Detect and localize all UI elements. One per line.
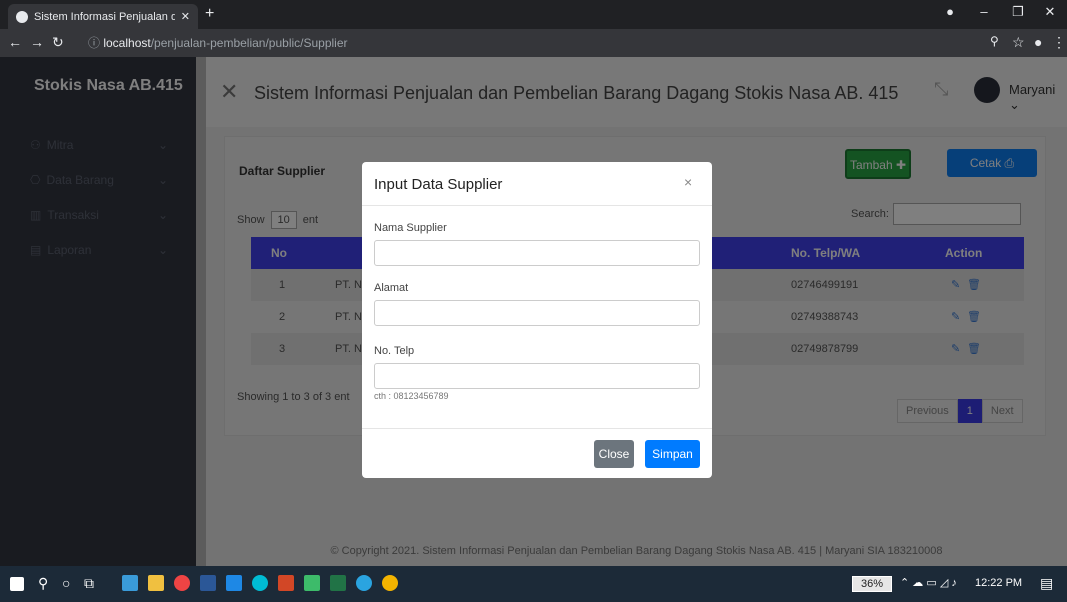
close-window-icon[interactable]: ✕ <box>1035 4 1065 20</box>
minimize-icon[interactable]: – <box>969 4 999 19</box>
forward-icon[interactable]: → <box>30 34 44 50</box>
url-host: localhost <box>103 36 151 50</box>
maximize-icon[interactable]: ❐ <box>1003 4 1033 20</box>
account-icon[interactable]: ● <box>1034 34 1042 50</box>
url-path: /penjualan-pembelian/public/Supplier <box>150 36 348 50</box>
search-icon[interactable]: ⚲ <box>38 575 48 592</box>
menu-icon[interactable]: ⋮ <box>1052 34 1066 51</box>
edge-icon[interactable] <box>252 575 268 591</box>
profile-icon[interactable]: ● <box>935 4 965 19</box>
windows-taskbar: ⚲ ○ ⧉ 36% ⌃ ☁ ▭ ◿ ♪ 12:22 PM ▤ <box>0 566 1067 602</box>
app-icon-3[interactable] <box>382 575 398 591</box>
task-view-icon[interactable]: ⧉ <box>84 575 94 592</box>
modal-footer: Close Simpan <box>362 428 712 478</box>
chrome-icon <box>16 10 28 23</box>
monitor-icon: ▭ <box>926 577 937 589</box>
field-label-nama: Nama Supplier <box>374 222 447 234</box>
modal-title: Input Data Supplier <box>374 176 503 193</box>
cloud-icon: ☁ <box>912 577 924 589</box>
vscode-icon[interactable] <box>226 575 242 591</box>
powerpoint-icon[interactable] <box>278 575 294 591</box>
excel-icon[interactable] <box>330 575 346 591</box>
save-button[interactable]: Simpan <box>645 440 700 468</box>
close-tab-icon[interactable]: ✕ <box>181 10 190 23</box>
telegram-icon[interactable] <box>356 575 372 591</box>
field-label-telp: No. Telp <box>374 345 415 357</box>
close-icon[interactable]: × <box>684 174 692 190</box>
app-icon-2[interactable] <box>304 575 320 591</box>
modal-header: Input Data Supplier × <box>362 162 712 206</box>
volume-icon: ♪ <box>951 577 957 589</box>
reload-icon[interactable]: ↻ <box>52 34 64 51</box>
word-icon[interactable] <box>200 575 216 591</box>
wifi-icon: ◿ <box>939 577 949 589</box>
phone-hint: cth : 08123456789 <box>374 391 449 401</box>
nama-supplier-input[interactable] <box>374 240 700 266</box>
alamat-input[interactable] <box>374 300 700 326</box>
clock[interactable]: 12:22 PM <box>975 577 1022 589</box>
no-telp-input[interactable] <box>374 363 700 389</box>
cortana-icon[interactable]: ○ <box>62 575 70 591</box>
info-icon: ⓘ <box>88 36 104 50</box>
chrome-taskbar-icon[interactable] <box>174 575 190 591</box>
back-icon[interactable]: ← <box>8 34 22 50</box>
browser-tab-bar: Sistem Informasi Penjualan dan P ✕ + ● –… <box>0 0 1067 29</box>
url-field[interactable]: ⓘ localhost/penjualan-pembelian/public/S… <box>88 32 348 54</box>
browser-tab-title: Sistem Informasi Penjualan dan P <box>34 10 175 23</box>
chevron-up-icon: ⌃ <box>900 577 910 589</box>
notification-icon[interactable]: ▤ <box>1040 575 1053 592</box>
close-button[interactable]: Close <box>594 440 634 468</box>
field-label-alamat: Alamat <box>374 282 409 294</box>
address-bar: ← → ↻ ⓘ localhost/penjualan-pembelian/pu… <box>0 29 1067 57</box>
system-tray[interactable]: ⌃ ☁ ▭ ◿ ♪ <box>900 576 957 589</box>
browser-tab[interactable]: Sistem Informasi Penjualan dan P ✕ <box>8 4 198 29</box>
battery-indicator[interactable]: 36% <box>852 576 892 592</box>
input-supplier-modal: Input Data Supplier × Nama Supplier Alam… <box>362 162 712 478</box>
windows-start-icon[interactable] <box>10 577 24 591</box>
new-tab-button[interactable]: + <box>205 5 214 23</box>
zoom-icon[interactable]: ⚲ <box>990 34 999 48</box>
star-icon[interactable]: ☆ <box>1012 34 1025 51</box>
file-explorer-icon[interactable] <box>148 575 164 591</box>
app-icon[interactable] <box>122 575 138 591</box>
